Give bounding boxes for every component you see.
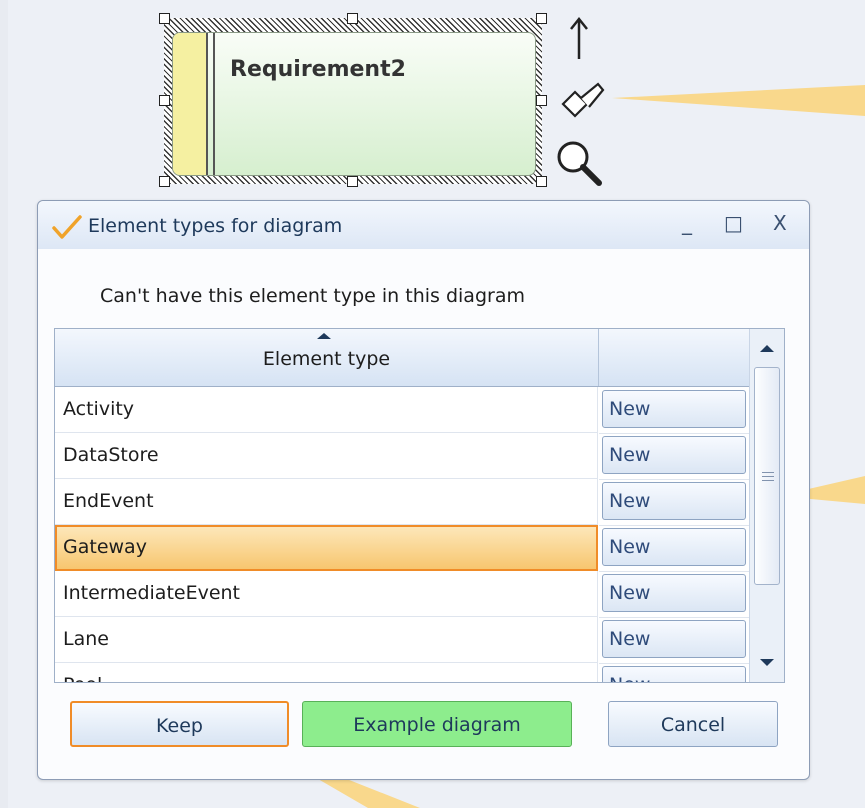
- table-row[interactable]: Pool New: [55, 663, 749, 682]
- new-button[interactable]: New: [602, 666, 746, 682]
- example-diagram-button[interactable]: Example diagram: [302, 701, 572, 747]
- table-row-selected[interactable]: Gateway New: [55, 525, 749, 572]
- resize-handle-top-left[interactable]: [159, 13, 170, 24]
- requirement-element[interactable]: Requirement2: [172, 32, 536, 176]
- table-row[interactable]: EndEvent New: [55, 479, 749, 526]
- sort-ascending-icon: [317, 333, 331, 339]
- up-arrow-icon[interactable]: [566, 15, 592, 61]
- scrollbar-thumb[interactable]: [754, 367, 780, 585]
- table-row[interactable]: IntermediateEvent New: [55, 571, 749, 618]
- brush-icon[interactable]: [558, 82, 606, 124]
- callout-pointer-top: [612, 85, 865, 116]
- grid-header: Element type: [55, 329, 749, 387]
- element-type-name: Activity: [63, 398, 135, 420]
- close-button[interactable]: X: [773, 211, 787, 235]
- resize-handle-bottom-right[interactable]: [536, 176, 547, 187]
- table-row[interactable]: Activity New: [55, 387, 749, 434]
- magnifier-icon[interactable]: [554, 138, 604, 188]
- new-button[interactable]: New: [602, 436, 746, 474]
- element-type-name: EndEvent: [63, 490, 154, 512]
- resize-handle-top[interactable]: [347, 13, 358, 24]
- table-row[interactable]: DataStore New: [55, 433, 749, 480]
- column-header-element-type[interactable]: Element type: [55, 329, 599, 386]
- new-button[interactable]: New: [602, 574, 746, 612]
- column-header-action[interactable]: [599, 329, 749, 386]
- maximize-button[interactable]: □: [724, 211, 743, 235]
- resize-handle-bottom[interactable]: [347, 176, 358, 187]
- requirement-name: Requirement2: [230, 57, 406, 82]
- element-types-dialog: Element types for diagram _ □ X Can't ha…: [37, 200, 810, 780]
- cancel-button[interactable]: Cancel: [608, 701, 778, 747]
- element-type-name: Lane: [63, 628, 109, 650]
- resize-handle-right[interactable]: [536, 95, 547, 106]
- resize-handle-top-right[interactable]: [536, 13, 547, 24]
- element-type-name: IntermediateEvent: [63, 582, 241, 604]
- dialog-title: Element types for diagram: [88, 215, 343, 237]
- minimize-button[interactable]: _: [682, 211, 692, 235]
- resize-handle-bottom-left[interactable]: [159, 176, 170, 187]
- dialog-titlebar[interactable]: Element types for diagram _ □ X: [38, 201, 809, 249]
- scroll-up-arrow-icon[interactable]: [760, 345, 774, 352]
- element-type-name: Gateway: [63, 536, 147, 558]
- keep-button[interactable]: Keep: [70, 701, 289, 747]
- requirement-divider: [206, 33, 208, 175]
- column-header-label: Element type: [262, 348, 391, 370]
- requirement-divider: [213, 33, 215, 175]
- element-type-name: DataStore: [63, 444, 159, 466]
- new-button[interactable]: New: [602, 528, 746, 566]
- requirement-stereotype-bar: [173, 33, 206, 175]
- new-button[interactable]: New: [602, 390, 746, 428]
- scroll-down-arrow-icon[interactable]: [760, 659, 774, 666]
- scrollbar-grip-icon: [762, 472, 774, 481]
- new-button[interactable]: New: [602, 620, 746, 658]
- dialog-message: Can't have this element type in this dia…: [100, 285, 525, 307]
- resize-handle-left[interactable]: [159, 95, 170, 106]
- element-type-grid: Element type Activity New DataStore New …: [54, 328, 785, 683]
- new-button[interactable]: New: [602, 482, 746, 520]
- table-row[interactable]: Lane New: [55, 617, 749, 664]
- checkmark-icon: [52, 215, 82, 239]
- element-type-name: Pool: [63, 674, 102, 682]
- vertical-scrollbar[interactable]: [749, 329, 784, 682]
